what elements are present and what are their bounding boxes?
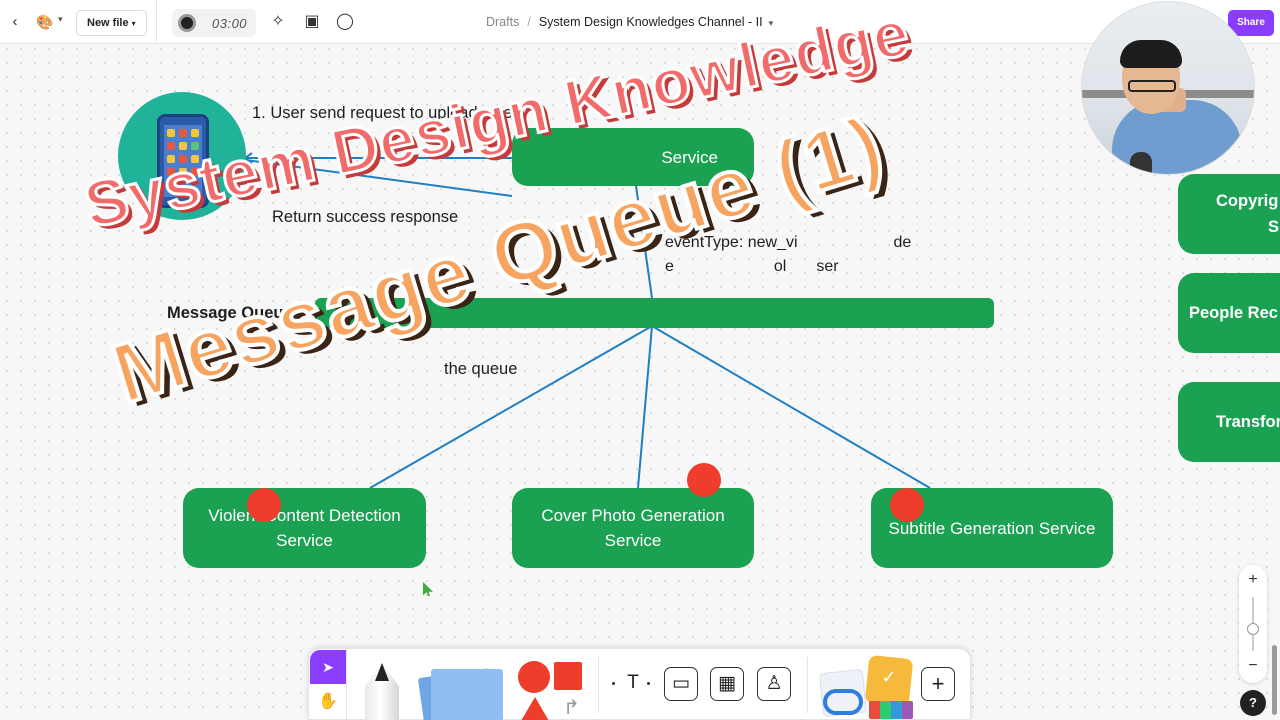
- table-icon[interactable]: ▦: [710, 667, 744, 701]
- divider: [598, 657, 599, 713]
- connector-queue-to-violent: [369, 325, 653, 489]
- card-label-line2: S: [1268, 218, 1280, 236]
- square-shape-tool[interactable]: [554, 662, 582, 690]
- pointer-icon[interactable]: ➤: [310, 650, 346, 684]
- section-frame-icon[interactable]: ▭: [664, 667, 698, 701]
- service-label-line1: Violent Content Detection: [208, 506, 401, 525]
- cloud-widget-icon[interactable]: [823, 689, 863, 715]
- service-label-line1: Cover Photo Generation: [541, 506, 725, 525]
- connector-arrow-icon[interactable]: ↱: [563, 695, 580, 720]
- hand-icon[interactable]: ✋: [310, 685, 346, 719]
- zoom-control: + −: [1239, 565, 1267, 683]
- transform-service-card[interactable]: Transfor: [1178, 382, 1280, 462]
- divider: [346, 649, 347, 720]
- circle-shape-tool[interactable]: [518, 661, 550, 693]
- vertical-scrollbar[interactable]: [1272, 645, 1277, 715]
- card-label-line1: Transfor: [1216, 413, 1280, 431]
- zoom-in-button[interactable]: +: [1239, 571, 1267, 589]
- checkmark-icon: ✓: [881, 667, 897, 687]
- zoom-out-button[interactable]: −: [1239, 657, 1267, 675]
- copyright-service-card[interactable]: Copyrig S: [1178, 174, 1280, 254]
- red-marker: [890, 488, 924, 522]
- triangle-shape-tool[interactable]: [521, 697, 549, 720]
- add-widget-button[interactable]: +: [921, 667, 955, 701]
- presenter-glasses: [1128, 80, 1176, 92]
- service-label-line2: Service: [604, 531, 662, 550]
- presenter-hair: [1120, 40, 1182, 68]
- bottom-toolbar: ➤ ✋ ↱ T ▭ ▦ ♙ ✓ +: [308, 648, 971, 720]
- event-line1-tail: de: [893, 234, 912, 251]
- text-tool-dot: [612, 682, 615, 685]
- event-payload-text: e ol ser: [665, 258, 839, 276]
- service-label-line2: Service: [276, 531, 333, 550]
- event-line2-tail: ser: [816, 258, 839, 275]
- connector-queue-to-cover: [637, 325, 653, 489]
- service-label-line1: Subtitle Generation Service: [888, 518, 1096, 538]
- card-label-line1: People Rec: [1189, 304, 1278, 322]
- stamp-icon[interactable]: ♙: [757, 667, 791, 701]
- red-marker: [687, 463, 721, 497]
- webcam-overlay: [1081, 1, 1255, 175]
- sticky-note-tool[interactable]: [431, 669, 503, 720]
- help-button[interactable]: ?: [1240, 690, 1266, 716]
- red-marker: [247, 488, 281, 522]
- microphone: [1130, 152, 1152, 174]
- text-tool-dot: [647, 682, 650, 685]
- event-line2-head: e: [665, 258, 674, 275]
- event-line2-mid: ol: [773, 258, 787, 275]
- queue-description-text: the queue: [444, 360, 518, 378]
- card-label-line1: Copyrig: [1216, 192, 1279, 210]
- divider: [807, 657, 808, 713]
- people-recognition-card[interactable]: People Rec: [1178, 273, 1280, 353]
- step-2-text: Return success response: [272, 208, 459, 226]
- violent-content-detection-node[interactable]: Violent Content Detection Service: [183, 488, 426, 568]
- text-tool[interactable]: T: [616, 667, 650, 701]
- connector-queue-to-subtitle: [651, 325, 931, 489]
- cover-photo-generation-node[interactable]: Cover Photo Generation Service: [512, 488, 754, 568]
- zoom-slider-handle[interactable]: [1247, 623, 1259, 635]
- color-swatch-strip: [869, 701, 913, 719]
